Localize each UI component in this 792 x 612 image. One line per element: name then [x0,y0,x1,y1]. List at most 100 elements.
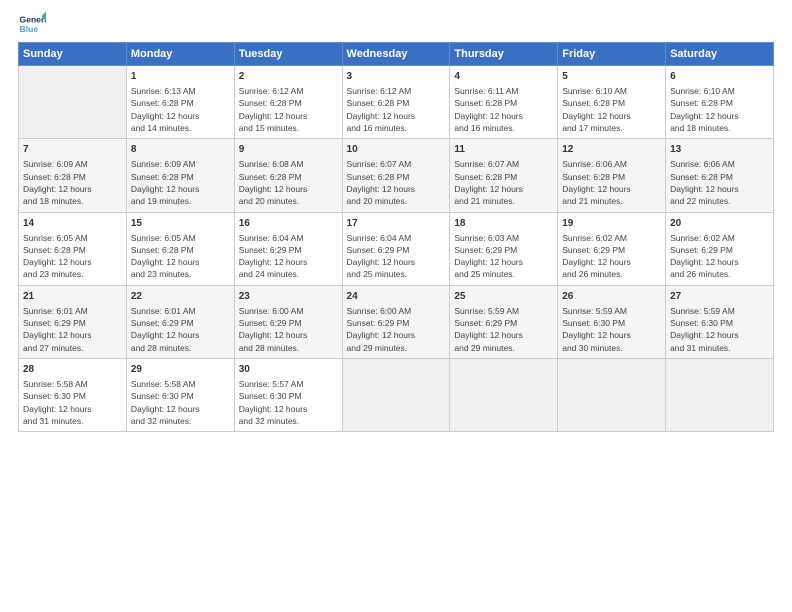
col-monday: Monday [126,43,234,66]
day-number: 16 [239,217,338,231]
calendar-cell: 28Sunrise: 5:58 AM Sunset: 6:30 PM Dayli… [19,359,127,432]
day-number: 10 [347,143,446,157]
col-thursday: Thursday [450,43,558,66]
day-number: 1 [131,70,230,84]
day-info: Sunrise: 6:12 AM Sunset: 6:28 PM Dayligh… [347,85,446,134]
calendar-cell: 22Sunrise: 6:01 AM Sunset: 6:29 PM Dayli… [126,285,234,358]
calendar-cell: 10Sunrise: 6:07 AM Sunset: 6:28 PM Dayli… [342,139,450,212]
day-number: 6 [670,70,769,84]
day-number: 8 [131,143,230,157]
calendar-cell: 6Sunrise: 6:10 AM Sunset: 6:28 PM Daylig… [666,66,774,139]
day-info: Sunrise: 6:08 AM Sunset: 6:28 PM Dayligh… [239,158,338,207]
day-info: Sunrise: 6:05 AM Sunset: 6:28 PM Dayligh… [131,232,230,281]
calendar-cell: 20Sunrise: 6:02 AM Sunset: 6:29 PM Dayli… [666,212,774,285]
calendar-cell: 27Sunrise: 5:59 AM Sunset: 6:30 PM Dayli… [666,285,774,358]
calendar-cell: 11Sunrise: 6:07 AM Sunset: 6:28 PM Dayli… [450,139,558,212]
calendar-cell [19,66,127,139]
day-info: Sunrise: 6:10 AM Sunset: 6:28 PM Dayligh… [670,85,769,134]
day-number: 7 [23,143,122,157]
calendar-cell: 19Sunrise: 6:02 AM Sunset: 6:29 PM Dayli… [558,212,666,285]
day-number: 19 [562,217,661,231]
calendar-cell: 3Sunrise: 6:12 AM Sunset: 6:28 PM Daylig… [342,66,450,139]
day-info: Sunrise: 6:05 AM Sunset: 6:28 PM Dayligh… [23,232,122,281]
day-number: 29 [131,363,230,377]
calendar-cell: 14Sunrise: 6:05 AM Sunset: 6:28 PM Dayli… [19,212,127,285]
logo: General Blue [18,10,46,38]
day-number: 17 [347,217,446,231]
calendar-cell: 18Sunrise: 6:03 AM Sunset: 6:29 PM Dayli… [450,212,558,285]
day-number: 20 [670,217,769,231]
calendar-week-5: 28Sunrise: 5:58 AM Sunset: 6:30 PM Dayli… [19,359,774,432]
calendar-cell: 15Sunrise: 6:05 AM Sunset: 6:28 PM Dayli… [126,212,234,285]
day-number: 18 [454,217,553,231]
header: General Blue [18,10,774,38]
day-number: 15 [131,217,230,231]
calendar-cell: 9Sunrise: 6:08 AM Sunset: 6:28 PM Daylig… [234,139,342,212]
calendar-week-3: 14Sunrise: 6:05 AM Sunset: 6:28 PM Dayli… [19,212,774,285]
day-info: Sunrise: 6:02 AM Sunset: 6:29 PM Dayligh… [670,232,769,281]
day-number: 21 [23,290,122,304]
calendar-cell: 1Sunrise: 6:13 AM Sunset: 6:28 PM Daylig… [126,66,234,139]
calendar-week-1: 1Sunrise: 6:13 AM Sunset: 6:28 PM Daylig… [19,66,774,139]
day-number: 4 [454,70,553,84]
calendar-cell [666,359,774,432]
col-wednesday: Wednesday [342,43,450,66]
day-number: 13 [670,143,769,157]
col-friday: Friday [558,43,666,66]
day-info: Sunrise: 6:13 AM Sunset: 6:28 PM Dayligh… [131,85,230,134]
calendar-cell: 2Sunrise: 6:12 AM Sunset: 6:28 PM Daylig… [234,66,342,139]
calendar-cell: 29Sunrise: 5:58 AM Sunset: 6:30 PM Dayli… [126,359,234,432]
calendar-cell: 12Sunrise: 6:06 AM Sunset: 6:28 PM Dayli… [558,139,666,212]
day-number: 23 [239,290,338,304]
calendar-cell: 30Sunrise: 5:57 AM Sunset: 6:30 PM Dayli… [234,359,342,432]
day-number: 11 [454,143,553,157]
calendar-cell: 4Sunrise: 6:11 AM Sunset: 6:28 PM Daylig… [450,66,558,139]
calendar-table: Sunday Monday Tuesday Wednesday Thursday… [18,42,774,432]
day-info: Sunrise: 5:58 AM Sunset: 6:30 PM Dayligh… [131,378,230,427]
calendar-cell: 26Sunrise: 5:59 AM Sunset: 6:30 PM Dayli… [558,285,666,358]
header-row: Sunday Monday Tuesday Wednesday Thursday… [19,43,774,66]
day-number: 5 [562,70,661,84]
day-number: 9 [239,143,338,157]
day-info: Sunrise: 6:07 AM Sunset: 6:28 PM Dayligh… [454,158,553,207]
day-info: Sunrise: 6:01 AM Sunset: 6:29 PM Dayligh… [23,305,122,354]
day-info: Sunrise: 6:06 AM Sunset: 6:28 PM Dayligh… [670,158,769,207]
calendar-cell: 7Sunrise: 6:09 AM Sunset: 6:28 PM Daylig… [19,139,127,212]
day-number: 14 [23,217,122,231]
calendar-week-4: 21Sunrise: 6:01 AM Sunset: 6:29 PM Dayli… [19,285,774,358]
calendar-cell [342,359,450,432]
day-info: Sunrise: 6:03 AM Sunset: 6:29 PM Dayligh… [454,232,553,281]
calendar-week-2: 7Sunrise: 6:09 AM Sunset: 6:28 PM Daylig… [19,139,774,212]
day-info: Sunrise: 5:59 AM Sunset: 6:30 PM Dayligh… [670,305,769,354]
day-info: Sunrise: 5:59 AM Sunset: 6:30 PM Dayligh… [562,305,661,354]
day-number: 26 [562,290,661,304]
day-number: 30 [239,363,338,377]
day-number: 28 [23,363,122,377]
col-saturday: Saturday [666,43,774,66]
day-info: Sunrise: 6:10 AM Sunset: 6:28 PM Dayligh… [562,85,661,134]
day-info: Sunrise: 5:57 AM Sunset: 6:30 PM Dayligh… [239,378,338,427]
day-info: Sunrise: 6:11 AM Sunset: 6:28 PM Dayligh… [454,85,553,134]
calendar-cell: 24Sunrise: 6:00 AM Sunset: 6:29 PM Dayli… [342,285,450,358]
day-info: Sunrise: 6:09 AM Sunset: 6:28 PM Dayligh… [23,158,122,207]
day-info: Sunrise: 5:58 AM Sunset: 6:30 PM Dayligh… [23,378,122,427]
day-number: 2 [239,70,338,84]
calendar-cell: 16Sunrise: 6:04 AM Sunset: 6:29 PM Dayli… [234,212,342,285]
day-info: Sunrise: 6:12 AM Sunset: 6:28 PM Dayligh… [239,85,338,134]
col-tuesday: Tuesday [234,43,342,66]
svg-text:Blue: Blue [20,24,39,34]
calendar-cell [450,359,558,432]
day-number: 3 [347,70,446,84]
calendar-cell: 21Sunrise: 6:01 AM Sunset: 6:29 PM Dayli… [19,285,127,358]
calendar-cell: 8Sunrise: 6:09 AM Sunset: 6:28 PM Daylig… [126,139,234,212]
calendar-cell: 23Sunrise: 6:00 AM Sunset: 6:29 PM Dayli… [234,285,342,358]
day-number: 24 [347,290,446,304]
calendar-cell [558,359,666,432]
day-number: 25 [454,290,553,304]
col-sunday: Sunday [19,43,127,66]
calendar-cell: 13Sunrise: 6:06 AM Sunset: 6:28 PM Dayli… [666,139,774,212]
calendar-cell: 25Sunrise: 5:59 AM Sunset: 6:29 PM Dayli… [450,285,558,358]
day-info: Sunrise: 5:59 AM Sunset: 6:29 PM Dayligh… [454,305,553,354]
day-info: Sunrise: 6:00 AM Sunset: 6:29 PM Dayligh… [347,305,446,354]
day-info: Sunrise: 6:02 AM Sunset: 6:29 PM Dayligh… [562,232,661,281]
